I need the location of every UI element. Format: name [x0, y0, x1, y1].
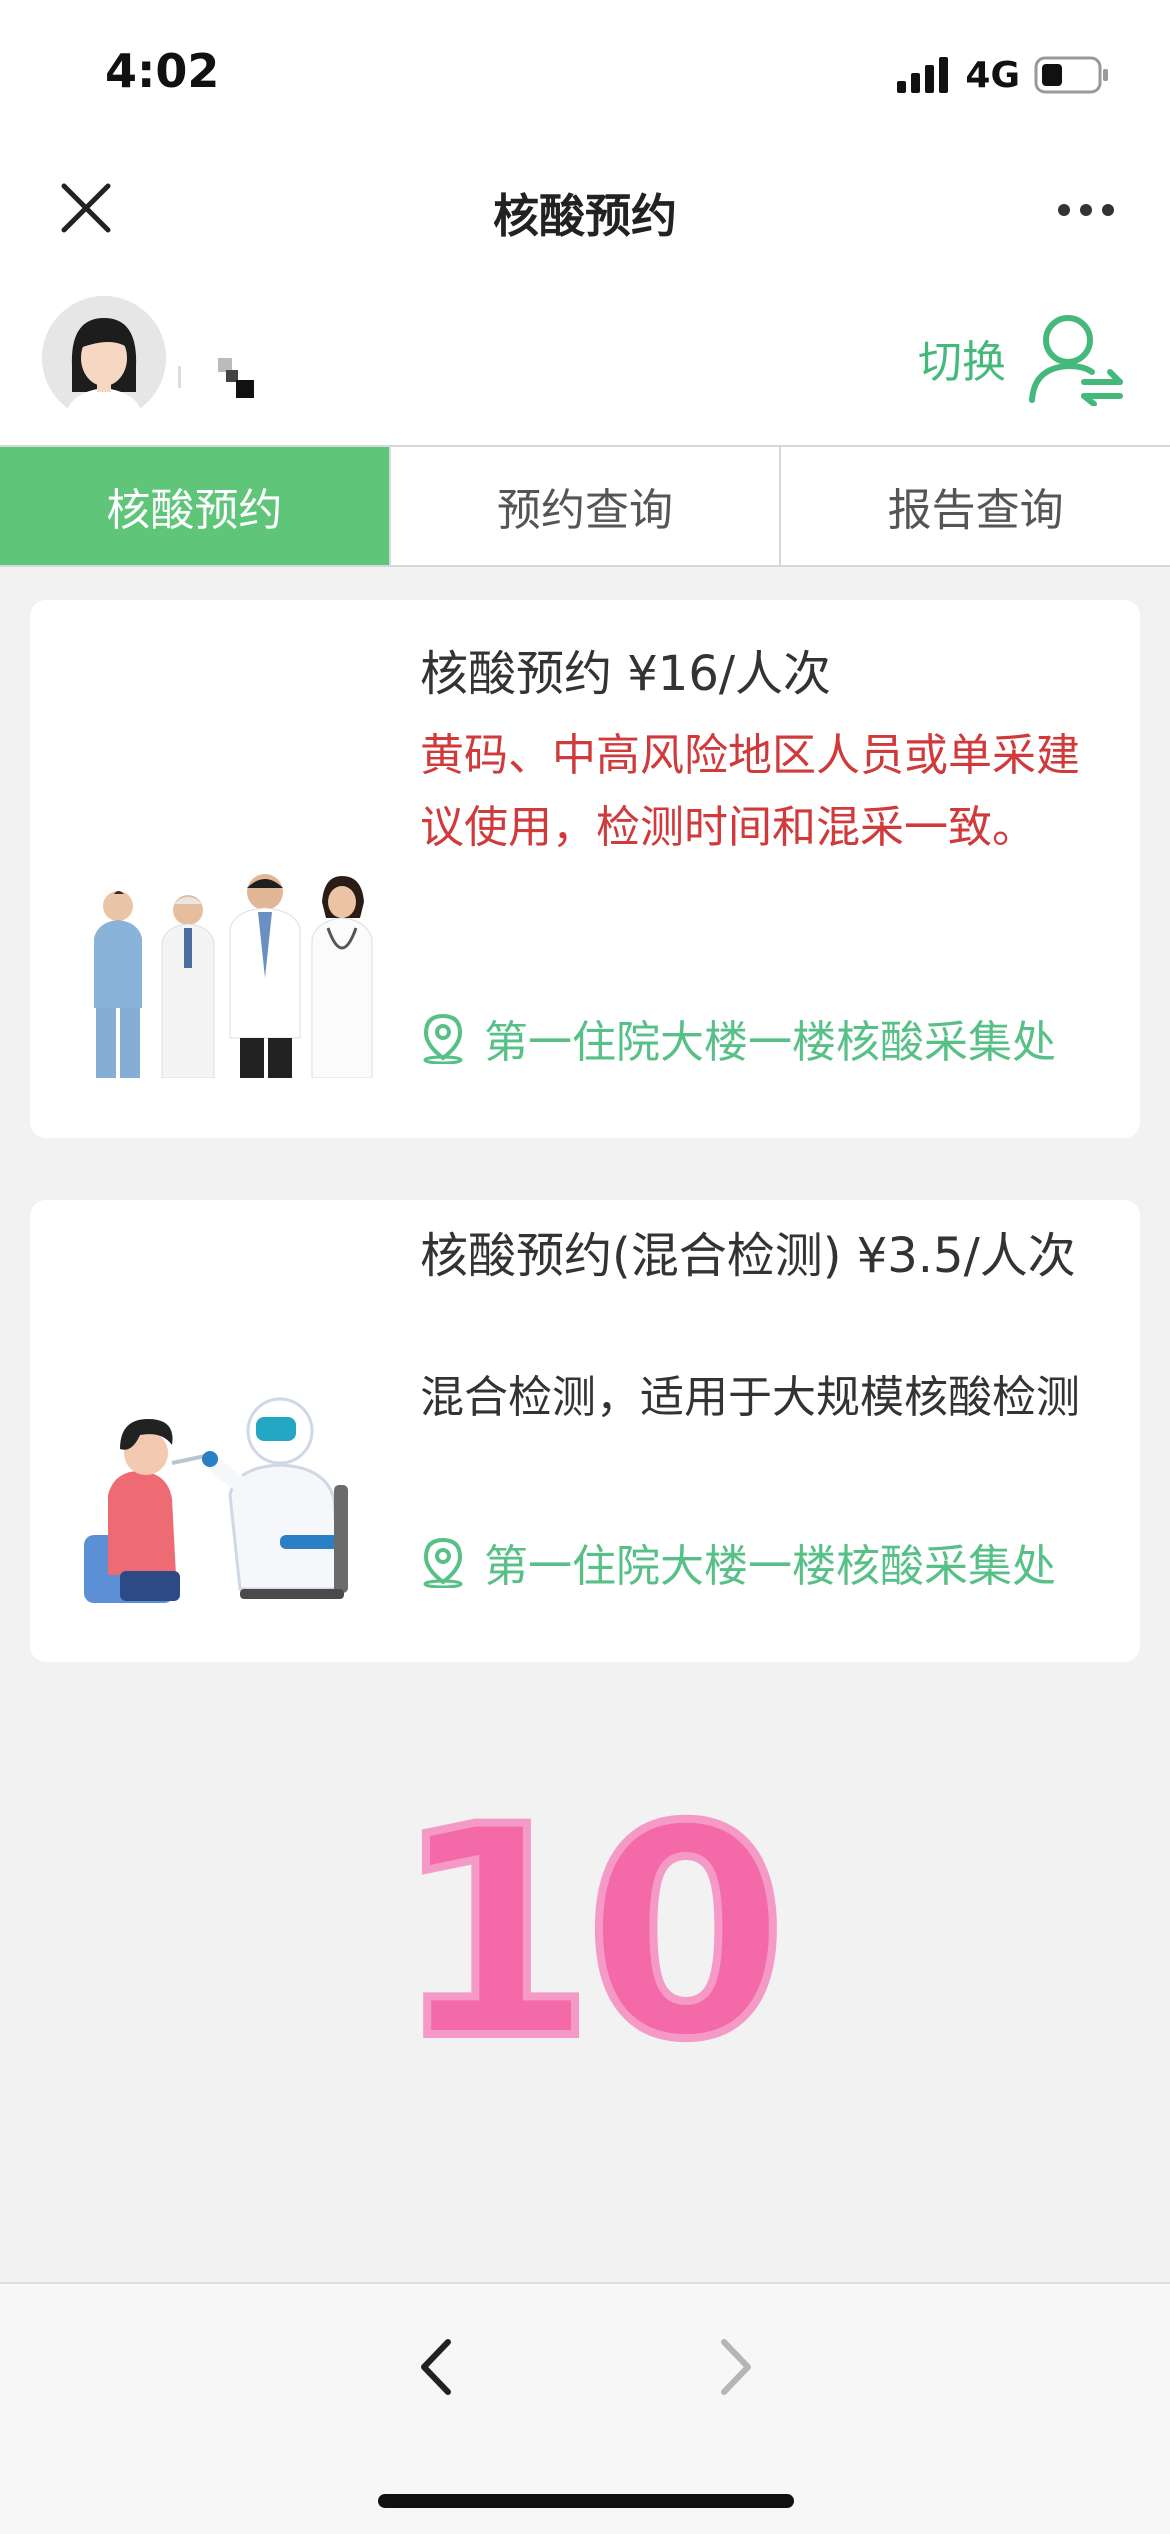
doctors-illustration — [94, 874, 373, 1078]
avatar[interactable] — [42, 296, 166, 420]
status-bar: 4:02 4G — [0, 0, 1170, 150]
card-title: 核酸预约 ¥16/人次 — [420, 646, 832, 702]
card-description: 混合检测，适用于大规模核酸检测 — [420, 1372, 1080, 1423]
avatar-icon — [42, 296, 166, 420]
tab-report-query[interactable]: 报告查询 — [779, 447, 1170, 565]
location-pin-icon — [423, 1013, 463, 1064]
service-card[interactable]: 核酸预约(混合检测) ¥3.5/人次 混合检测，适用于大规模核酸检测 第一住院大… — [30, 1200, 1140, 1662]
status-time: 4:02 — [105, 44, 220, 98]
bottom-nav-bar — [0, 2282, 1170, 2534]
location-label: 第一住院大楼一楼核酸采集处 — [484, 1541, 1056, 1592]
forward-arrow-icon[interactable] — [712, 2332, 762, 2402]
masked-username — [178, 358, 254, 398]
tab-bar: 核酸预约 预约查询 报告查询 — [0, 445, 1170, 567]
card-location: 第一住院大楼一楼核酸采集处 — [420, 1530, 1130, 1594]
switch-user-icon — [1029, 315, 1123, 406]
profile-row: 切换 — [0, 270, 1170, 445]
more-icon[interactable] — [1056, 200, 1116, 220]
signal-icon — [897, 57, 949, 93]
tab-nucleic-booking[interactable]: 核酸预约 — [0, 447, 389, 565]
network-label: 4G — [965, 54, 1020, 96]
status-indicators: 4G — [897, 50, 1110, 100]
tab-booking-query[interactable]: 预约查询 — [388, 447, 780, 565]
location-pin-icon — [423, 1537, 463, 1588]
home-indicator — [378, 2494, 794, 2508]
nav-bar: 核酸预约 — [0, 150, 1170, 270]
switch-user-button[interactable]: 切换 — [918, 308, 1126, 408]
location-label: 第一住院大楼一楼核酸采集处 — [484, 1017, 1056, 1068]
card-description: 黄码、中高风险地区人员或单采建议使用，检测时间和混采一致。 — [420, 730, 1080, 853]
battery-icon — [1034, 56, 1108, 94]
overlay-number: 10 — [389, 1766, 791, 2103]
service-card[interactable]: 核酸预约 ¥16/人次 黄码、中高风险地区人员或单采建议使用，检测时间和混采一致… — [30, 600, 1140, 1138]
card-location: 第一住院大楼一楼核酸采集处 — [420, 1006, 1130, 1070]
back-arrow-icon[interactable] — [410, 2332, 460, 2402]
swab-test-illustration — [84, 1397, 348, 1603]
page-title: 核酸预约 — [493, 189, 677, 243]
card-title: 核酸预约(混合检测) ¥3.5/人次 — [420, 1228, 1076, 1284]
switch-label: 切换 — [918, 337, 1006, 388]
